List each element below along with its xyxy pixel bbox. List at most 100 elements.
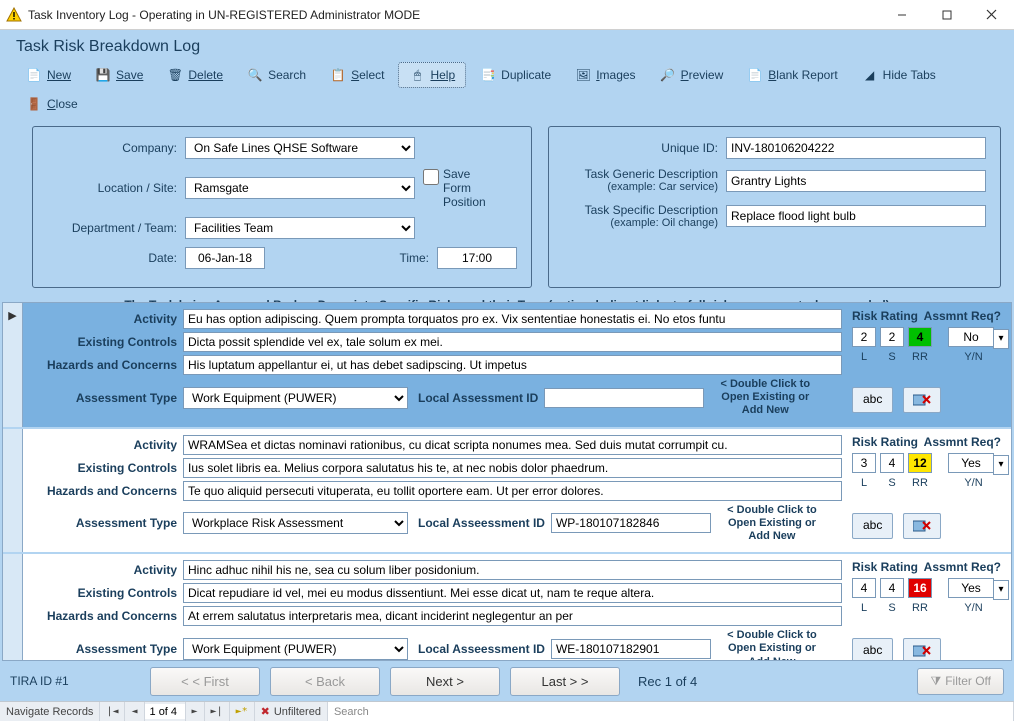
rating-sublabels: LSRRY/N: [852, 602, 1001, 614]
activity-label: Activity: [27, 563, 177, 577]
blank-report-button[interactable]: 📄Blank Report: [737, 63, 847, 87]
warning-icon: [6, 7, 22, 23]
statusbar: Navigate Records |◄ ◄ ► ►| ►* ✖Unfiltere…: [0, 701, 1014, 721]
company-label: Company:: [47, 141, 177, 155]
statusbar-prev[interactable]: ◄: [125, 702, 144, 721]
next-button[interactable]: Next >: [390, 667, 500, 696]
company-select[interactable]: On Safe Lines QHSE Software: [185, 137, 415, 159]
delete-row-button[interactable]: [903, 387, 941, 413]
uid-input[interactable]: [726, 137, 986, 159]
delete-button[interactable]: 🗑Delete: [157, 63, 233, 87]
abc-button[interactable]: abc: [852, 387, 893, 413]
row-selector[interactable]: ▶: [3, 303, 23, 427]
duplicate-button[interactable]: 📑Duplicate: [470, 63, 561, 87]
rating-l[interactable]: 3: [852, 453, 876, 473]
activity-input[interactable]: [183, 309, 842, 329]
first-button[interactable]: < < First: [150, 667, 260, 696]
left-panel: Company: On Safe Lines QHSE Software Loc…: [32, 126, 532, 288]
row-selector[interactable]: [3, 554, 23, 661]
preview-button[interactable]: 🔎Preview: [650, 63, 734, 87]
statusbar-unfiltered[interactable]: ✖Unfiltered: [255, 702, 328, 721]
last-button[interactable]: Last > >: [510, 667, 620, 696]
save-form-position[interactable]: Save Form Position: [423, 167, 499, 209]
existing-controls-input[interactable]: [183, 332, 842, 352]
close-button-toolbar[interactable]: 🚪Close: [16, 92, 88, 116]
assessment-required-select[interactable]: Yes: [948, 453, 994, 473]
activity-input[interactable]: [183, 435, 842, 455]
delete-row-button[interactable]: [903, 513, 941, 539]
hazards-input[interactable]: [183, 481, 842, 501]
generic-desc-input[interactable]: [726, 170, 986, 192]
department-label: Department / Team:: [47, 221, 177, 235]
rating-l[interactable]: 4: [852, 578, 876, 598]
filter-off-button[interactable]: ⧩ Filter Off: [917, 668, 1004, 695]
local-id-input[interactable]: [544, 388, 704, 408]
abc-button[interactable]: abc: [852, 513, 893, 539]
rating-rr[interactable]: 4: [908, 327, 932, 347]
report-icon: 📄: [747, 67, 763, 83]
abc-button[interactable]: abc: [852, 638, 893, 661]
help-icon: 🖱: [409, 67, 425, 83]
back-button[interactable]: < Back: [270, 667, 380, 696]
assessment-required-select[interactable]: Yes: [948, 578, 994, 598]
uid-label: Unique ID:: [563, 141, 718, 155]
specific-desc-label: Task Specific Description (example: Oil …: [563, 203, 718, 231]
save-position-checkbox[interactable]: [423, 169, 439, 185]
hazards-label: Hazards and Concerns: [27, 484, 177, 498]
assessment-type-select[interactable]: Workplace Risk Assessment: [183, 512, 408, 534]
statusbar-search[interactable]: Search: [328, 702, 1014, 721]
time-input[interactable]: [437, 247, 517, 269]
department-select[interactable]: Facilities Team: [185, 217, 415, 239]
new-button[interactable]: 📄New: [16, 63, 81, 87]
rating-rr[interactable]: 16: [908, 578, 932, 598]
assessment-type-select[interactable]: Work Equipment (PUWER): [183, 638, 408, 660]
risk-list[interactable]: ▶ActivityExisting ControlsHazards and Co…: [2, 302, 1012, 661]
statusbar-position-input[interactable]: [145, 704, 185, 719]
date-input[interactable]: [185, 247, 265, 269]
risk-item[interactable]: ▶ActivityExisting ControlsHazards and Co…: [3, 303, 1011, 429]
assessment-type-label: Assessment Type: [27, 642, 177, 656]
local-id-input[interactable]: [551, 639, 711, 659]
search-button[interactable]: 🔍Search: [237, 63, 316, 87]
hazards-input[interactable]: [183, 606, 842, 626]
specific-desc-input[interactable]: [726, 205, 986, 227]
rating-s[interactable]: 2: [880, 327, 904, 347]
risk-rating-header: Risk Rating: [852, 435, 918, 449]
existing-controls-input[interactable]: [183, 458, 842, 478]
statusbar-new[interactable]: ►*: [230, 702, 255, 721]
rating-s[interactable]: 4: [880, 578, 904, 598]
local-id-input[interactable]: [551, 513, 711, 533]
hazards-input[interactable]: [183, 355, 842, 375]
maximize-button[interactable]: [924, 0, 969, 29]
help-button[interactable]: 🖱Help: [398, 62, 466, 88]
row-selector[interactable]: [3, 429, 23, 553]
statusbar-first[interactable]: |◄: [100, 702, 125, 721]
filter-icon: ⧩: [930, 674, 941, 689]
save-button[interactable]: 💾Save: [85, 63, 153, 87]
rating-l[interactable]: 2: [852, 327, 876, 347]
assessment-type-select[interactable]: Work Equipment (PUWER): [183, 387, 408, 409]
assmnt-req-header: Assmnt Req?: [924, 435, 1001, 449]
hide-tabs-button[interactable]: ◢Hide Tabs: [852, 63, 946, 87]
delete-row-button[interactable]: [903, 638, 941, 661]
local-id-label: Local Asseessment ID: [418, 516, 545, 530]
select-button[interactable]: 📋Select: [320, 63, 394, 87]
close-button[interactable]: [969, 0, 1014, 29]
toolbar: 📄New 💾Save 🗑Delete 🔍Search 📋Select 🖱Help…: [16, 62, 998, 116]
existing-controls-input[interactable]: [183, 583, 842, 603]
rating-rr[interactable]: 12: [908, 453, 932, 473]
assessment-required-select[interactable]: No: [948, 327, 994, 347]
select-icon: 📋: [330, 67, 346, 83]
preview-icon: 🔎: [660, 67, 676, 83]
statusbar-next[interactable]: ►: [186, 702, 205, 721]
activity-input[interactable]: [183, 560, 842, 580]
existing-controls-label: Existing Controls: [27, 335, 177, 349]
rating-s[interactable]: 4: [880, 453, 904, 473]
minimize-button[interactable]: [879, 0, 924, 29]
location-select[interactable]: Ramsgate: [185, 177, 415, 199]
risk-item[interactable]: ActivityExisting ControlsHazards and Con…: [3, 554, 1011, 661]
statusbar-last[interactable]: ►|: [205, 702, 230, 721]
risk-item[interactable]: ActivityExisting ControlsHazards and Con…: [3, 429, 1011, 555]
assmnt-req-header: Assmnt Req?: [924, 560, 1001, 574]
images-button[interactable]: 🖼Images: [565, 63, 645, 87]
